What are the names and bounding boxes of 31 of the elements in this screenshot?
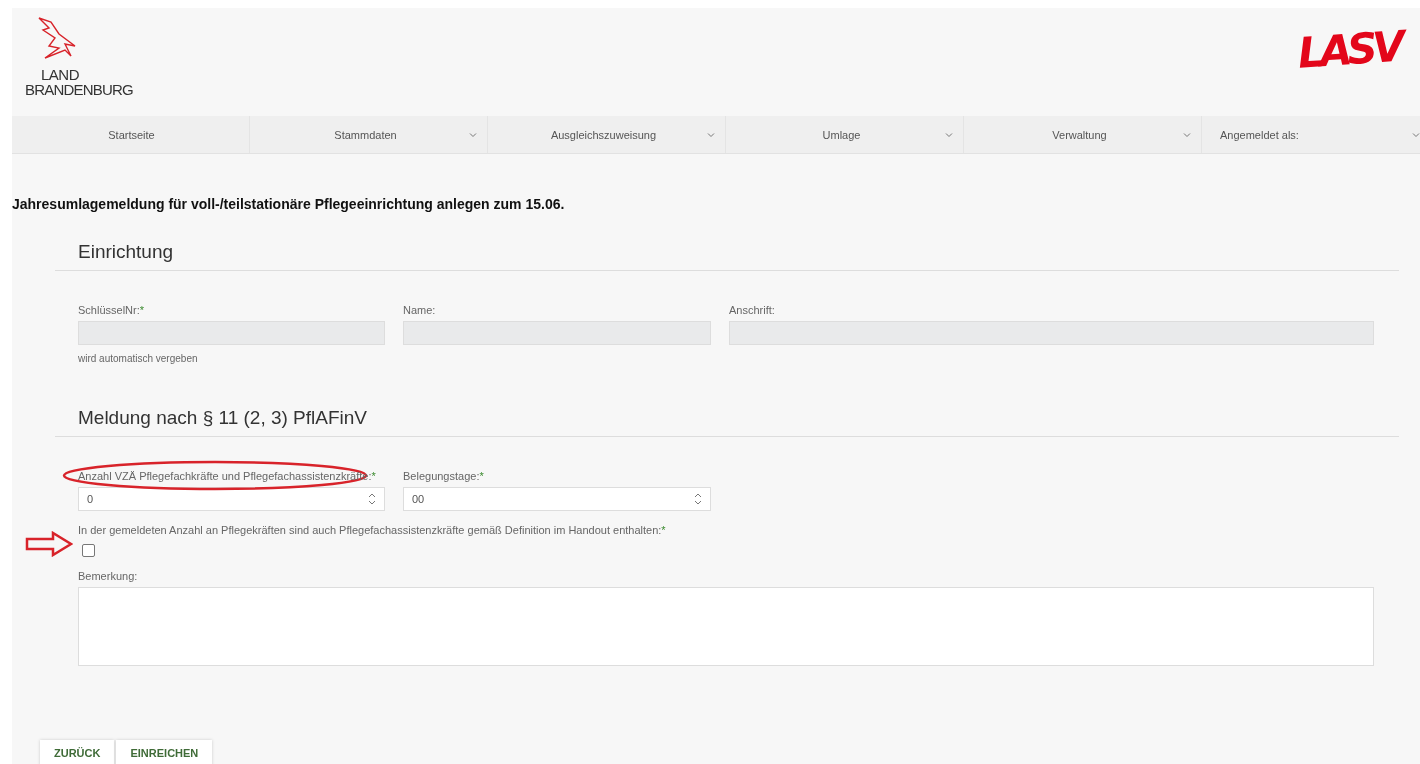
page-title: Jahresumlagemeldung für voll-/teilstationäre Pflegeeinrichtung anlegen zum 15.06. [12,195,566,213]
field-label: SchlüsselNr:* [78,303,145,317]
nav-menu-item[interactable]: Angemeldet als: [1202,116,1420,153]
field-label: In der gemeldeten Anzahl an Pflegekräften sind auch Pflegefachassistenzkräfte gemäß Definition im Handout enthalten:* [78,523,666,537]
field-label: Bemerkung: [78,569,138,583]
field-label: Anschrift: [729,303,775,317]
form-button[interactable]: EINREICHEN [116,740,213,764]
chevron-down-icon [707,131,715,138]
nav-menu-item[interactable]: Startseite [12,116,250,153]
number-field[interactable]: 0 [78,487,385,511]
spinner-icon[interactable] [694,492,702,506]
spinner-icon[interactable] [368,492,376,506]
remark-textarea[interactable] [78,587,1374,666]
nav-menu-item[interactable]: Stammdaten [250,116,488,153]
section-heading: Einrichtung [55,240,1399,271]
chevron-down-icon [469,131,477,138]
nav-menu-item[interactable]: Ausgleichszuweisung [488,116,726,153]
nav-menu-item[interactable]: Umlage [726,116,964,153]
logo-text: LAND [41,68,80,82]
field-hint: wird automatisch vergeben [78,353,199,364]
number-field[interactable]: 00 [403,487,711,511]
field-label: Name: [403,303,436,317]
chevron-down-icon [945,131,953,138]
checkbox[interactable] [82,544,95,557]
nav-menu-item[interactable]: Verwaltung [964,116,1202,153]
field-label: Belegungstage:* [403,469,484,483]
logo-text: LASV [1296,20,1404,80]
logo-text: BRANDENBURG [25,82,133,97]
section-heading: Meldung nach § 11 (2, 3) PflAFinV [55,406,1399,437]
form-button[interactable]: ZURÜCK [40,740,115,764]
chevron-down-icon [1183,131,1191,138]
